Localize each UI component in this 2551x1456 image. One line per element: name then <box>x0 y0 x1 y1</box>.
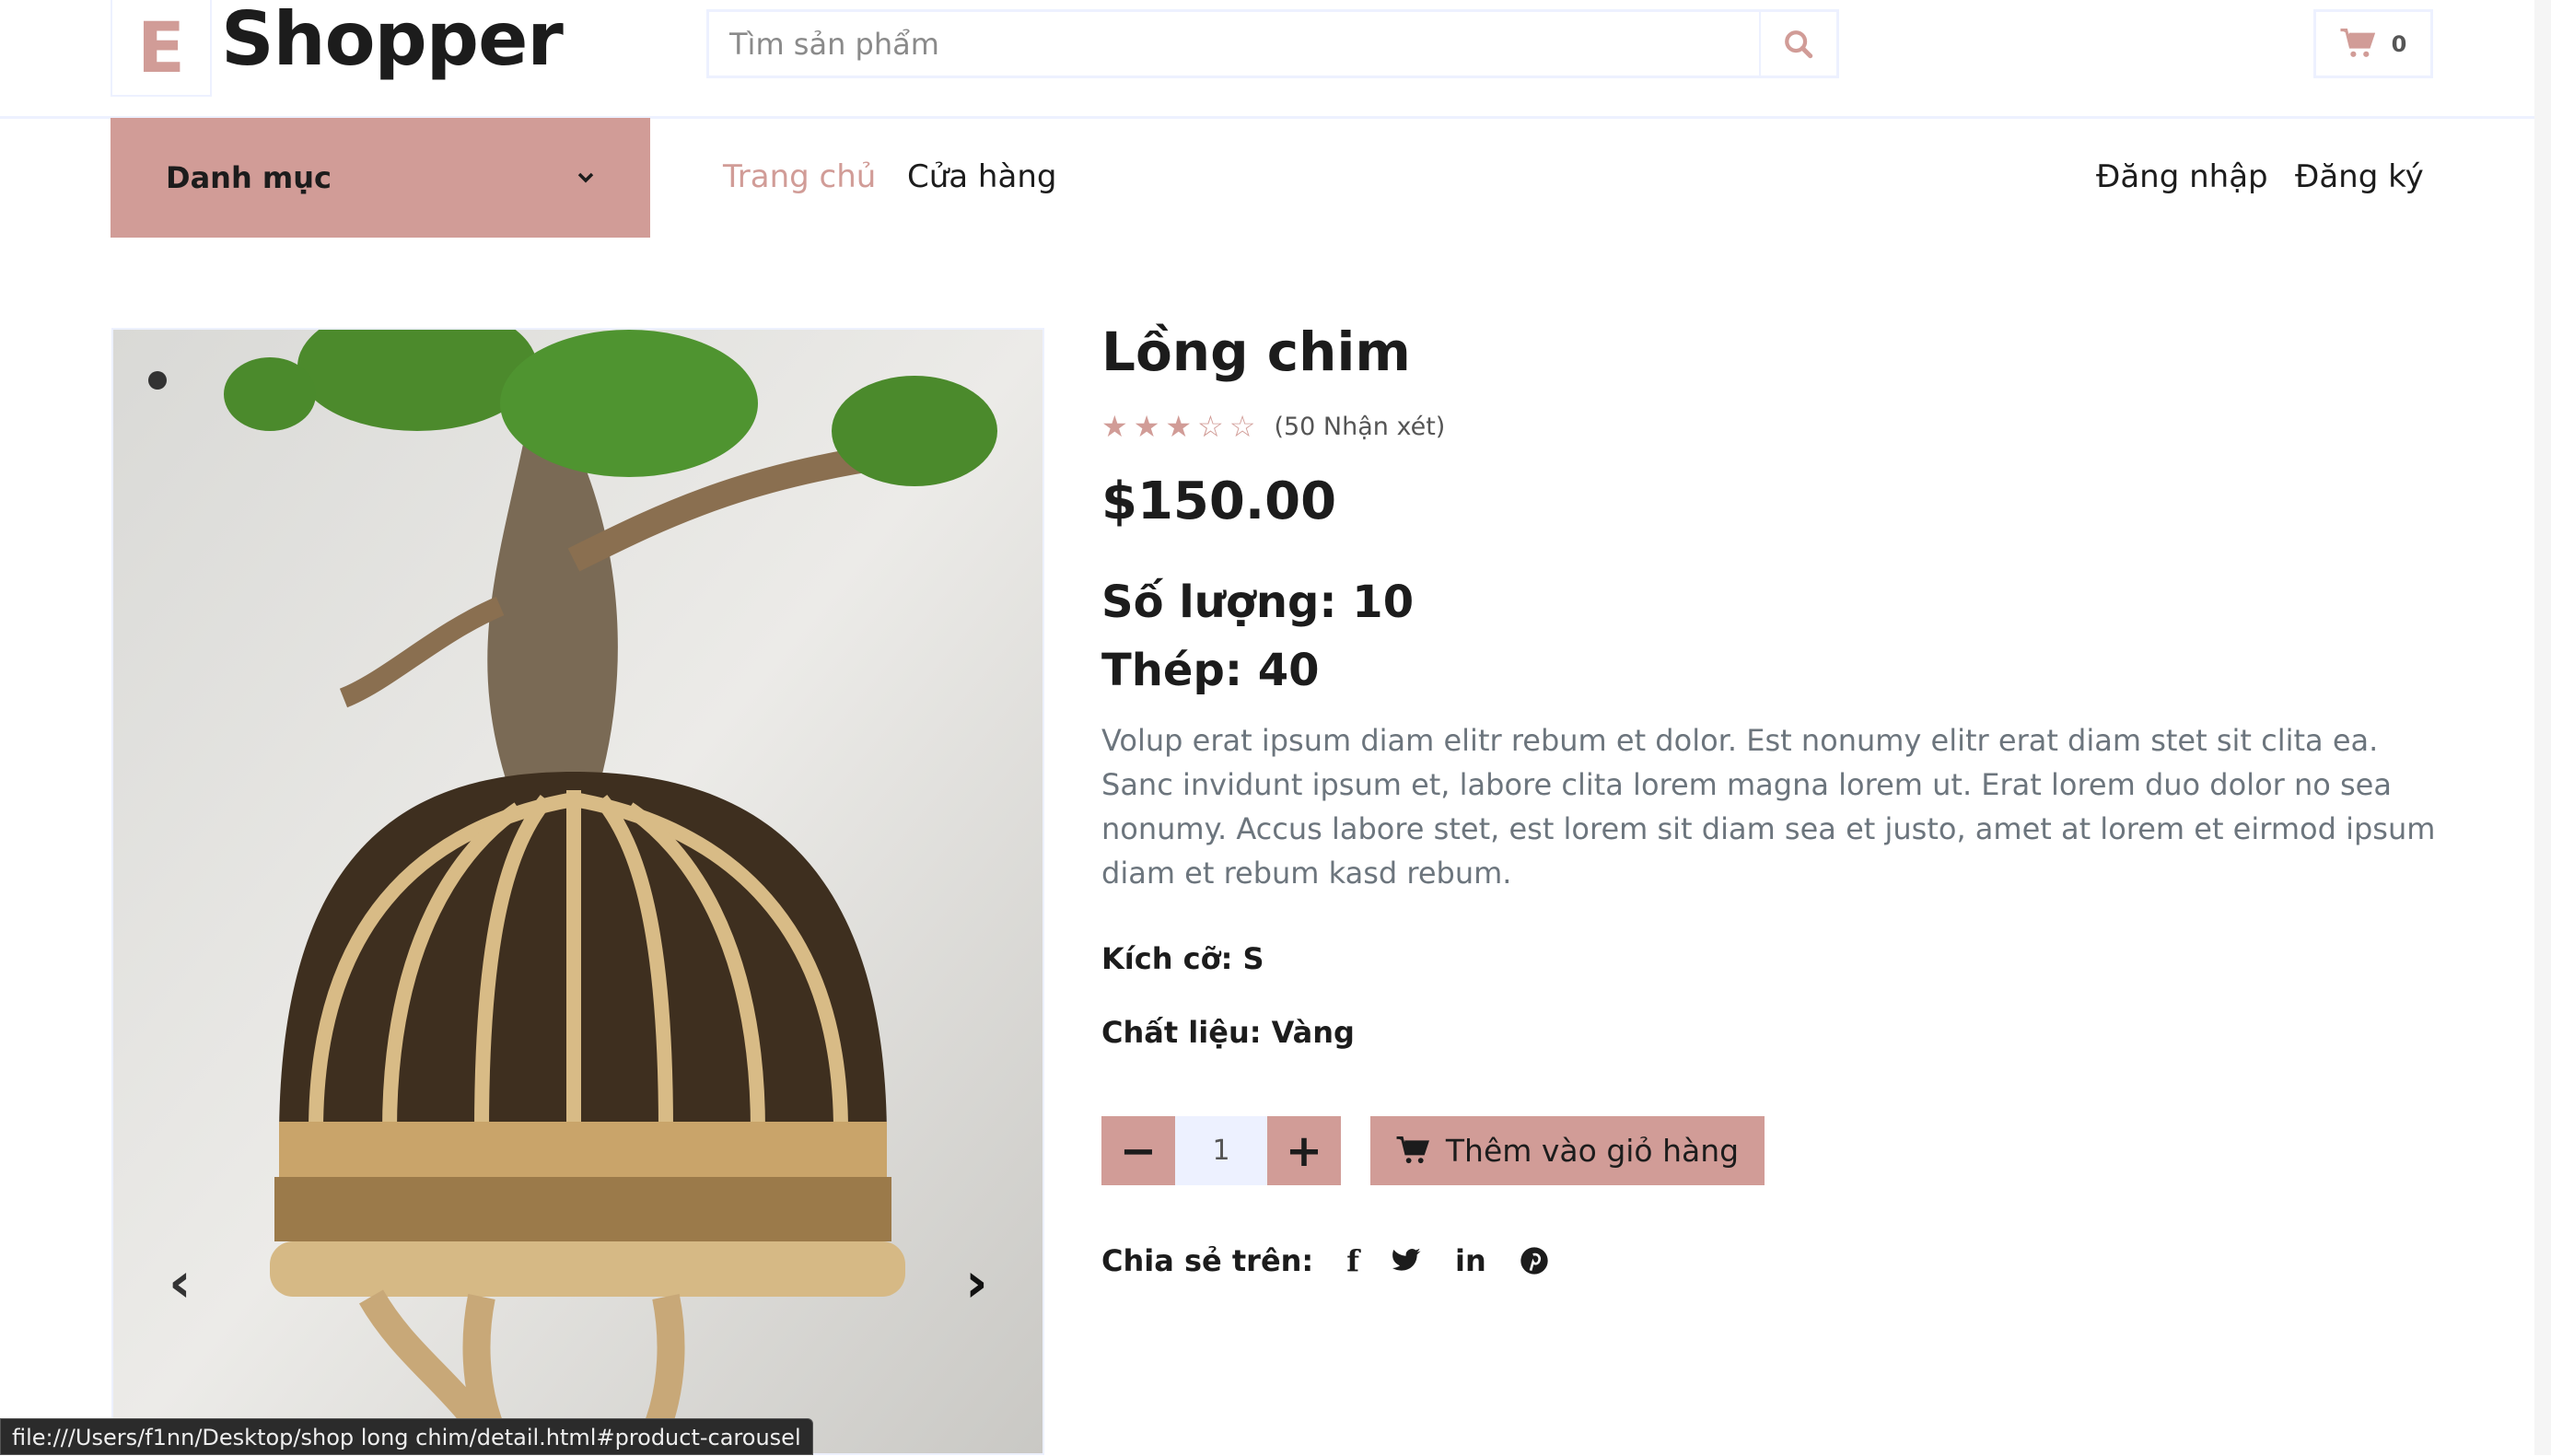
nav-link-home[interactable]: Trang chủ <box>723 158 876 195</box>
cart-count: 0 <box>2391 30 2407 57</box>
categories-dropdown[interactable]: Danh mục <box>111 118 650 238</box>
quantity-input[interactable] <box>1175 1116 1267 1185</box>
quantity-decrease-button[interactable]: − <box>1101 1116 1175 1185</box>
rating: ★ ★ ★ ☆ ☆ (50 Nhận xét) <box>1101 409 1445 444</box>
add-to-cart-button[interactable]: Thêm vào giỏ hàng <box>1370 1116 1765 1185</box>
nav-link-register[interactable]: Đăng ký <box>2295 158 2424 195</box>
review-count[interactable]: (50 Nhận xét) <box>1274 413 1445 441</box>
product-carousel[interactable]: ‹ › <box>111 328 1044 1455</box>
facebook-icon[interactable]: f <box>1346 1243 1359 1278</box>
minus-icon: − <box>1119 1124 1158 1177</box>
cart-button[interactable]: 0 <box>2313 9 2433 78</box>
star-full-icon: ★ <box>1101 409 1128 444</box>
product-image <box>113 330 1043 1453</box>
carousel-prev-arrow-icon[interactable]: ‹ <box>169 1251 192 1315</box>
product-price: $150.00 <box>1101 472 1337 531</box>
star-half-icon: ☆ <box>1197 409 1224 444</box>
quantity-info: Số lượng: 10 <box>1101 577 1415 628</box>
chevron-down-icon <box>577 172 594 183</box>
status-bar-url: file:///Users/f1nn/Desktop/shop long chi… <box>0 1418 813 1455</box>
logo-letter[interactable]: E <box>111 0 212 97</box>
size-info: Kích cỡ: S <box>1101 941 1264 976</box>
steel-info: Thép: 40 <box>1101 645 1320 696</box>
nav-link-login[interactable]: Đăng nhập <box>2096 158 2268 195</box>
categories-label: Danh mục <box>166 160 332 195</box>
search-icon <box>1785 29 1813 58</box>
quantity-increase-button[interactable]: + <box>1267 1116 1341 1185</box>
product-description: Volup erat ipsum diam elitr rebum et dol… <box>1101 723 2436 891</box>
twitter-icon[interactable] <box>1392 1248 1422 1274</box>
plus-icon: + <box>1285 1124 1323 1177</box>
star-full-icon: ★ <box>1133 409 1160 444</box>
pinterest-icon[interactable] <box>1520 1246 1549 1275</box>
share-row: Chia sẻ trên: f in <box>1101 1243 1549 1278</box>
search-bar <box>706 9 1839 78</box>
product-title: Lồng chim <box>1101 320 1411 383</box>
page-scrollbar[interactable] <box>2534 0 2551 1455</box>
linkedin-icon[interactable]: in <box>1455 1243 1486 1278</box>
logo-text[interactable]: Shopper <box>221 0 564 82</box>
shopping-cart-icon <box>1396 1136 1429 1163</box>
search-input[interactable] <box>709 12 1759 76</box>
material-info: Chất liệu: Vàng <box>1101 1015 1355 1050</box>
search-button[interactable] <box>1759 12 1836 76</box>
nav-link-shop[interactable]: Cửa hàng <box>907 158 1056 195</box>
share-label: Chia sẻ trên: <box>1101 1243 1314 1278</box>
star-full-icon: ★ <box>1165 409 1193 444</box>
star-empty-icon: ☆ <box>1229 409 1256 444</box>
add-to-cart-label: Thêm vào giỏ hàng <box>1445 1133 1740 1169</box>
shopping-cart-icon <box>2340 28 2375 57</box>
carousel-next-arrow-icon[interactable]: › <box>965 1251 988 1315</box>
